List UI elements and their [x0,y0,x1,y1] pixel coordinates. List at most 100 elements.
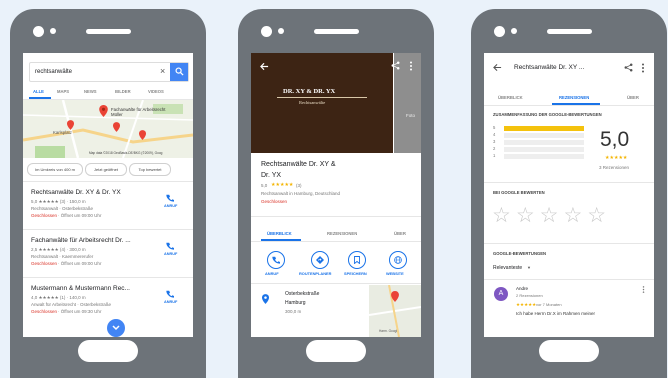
back-arrow-icon[interactable] [260,62,269,71]
screen-detail: DR. XY & DR. YX Rechtsanwälte Foto Recht… [251,53,421,337]
map-pin-icon[interactable] [67,120,74,130]
speaker-slot [86,29,131,34]
map-pin-icon[interactable] [99,105,108,117]
result-name: Mustermann & Mustermann Rec... [31,285,130,292]
business-banner[interactable]: DR. XY & DR. YX Rechtsanwälte [251,53,393,153]
home-button[interactable] [539,340,599,362]
speaker-slot [314,29,359,34]
search-input[interactable]: rechtsanwälte [35,69,72,75]
reviewer-name[interactable]: Andre [516,286,528,292]
map-view[interactable]: Fachanwälte für Arbeitsrecht Müller Karl… [23,100,193,158]
result-item-1[interactable]: Rechtsanwälte Dr. XY & Dr. YX 5,0 ★★★★★ … [23,185,193,229]
tab-ueberblick[interactable]: ÜBERBLICK [267,231,292,236]
search-icon [175,67,184,76]
share-icon[interactable] [391,61,400,70]
tab-alle[interactable]: ALLE [33,89,44,94]
bar-track [504,154,584,159]
bar-label: 3 [493,139,496,144]
expand-button[interactable] [107,319,125,337]
bookmark-icon [354,256,360,264]
tab-ueber[interactable]: ÜBER [627,95,639,100]
phone-icon[interactable] [166,242,174,250]
result-item-2[interactable]: Fachanwälte für Arbeitsrecht Dr. ... 2,5… [23,233,193,277]
camera-dot [494,26,505,37]
screen-search: rechtsanwälte × ALLE MAPS NEWS BILDER VI… [23,53,193,337]
divider [484,279,654,280]
address-city[interactable]: Hamburg [285,301,306,306]
call-action-button[interactable] [267,251,285,269]
divider [23,181,193,182]
map-attribution: Map data ©2018 GeoBasis-DE/BKG (©2009), … [89,151,163,155]
map-pin-icon[interactable] [139,130,146,140]
divider [484,243,654,244]
divider [23,277,193,278]
divider [484,182,654,183]
home-button[interactable] [306,340,366,362]
tab-news[interactable]: NEWS [84,89,97,94]
bar-track [504,126,584,131]
sensor-dot [278,28,284,34]
route-action-button[interactable] [311,251,329,269]
chip-geoeffnet[interactable]: Jetzt geöffnet [85,163,127,176]
tab-rezensionen[interactable]: REZENSIONEN [559,95,589,100]
more-icon[interactable] [641,63,645,73]
divider [23,229,193,230]
bar-track [504,133,584,138]
result-name: Fachanwälte für Arbeitsrecht Dr. ... [31,237,131,244]
rate-stars-input[interactable]: ☆☆☆☆☆ [492,205,611,226]
more-icon[interactable] [642,285,645,294]
route-label[interactable]: ROUTENPLANER [299,272,331,276]
map-area-label: Karlsplatz [53,130,72,135]
tab-videos[interactable]: VIDEOS [148,89,164,94]
directions-icon [316,256,324,264]
website-label[interactable]: WEBSITE [386,272,404,276]
map-pin-icon[interactable] [113,122,120,132]
reviewer-meta: 2 Rezensionen [516,293,543,298]
tab-rezensionen[interactable]: REZENSIONEN [327,231,357,236]
call-button[interactable]: ANRUF [164,300,177,305]
banner-subtitle: Rechtsanwälte [299,100,326,105]
phone-icon[interactable] [166,194,174,202]
screen-reviews: Rechtsanwälte Dr. XY ... ÜBERBLICK REZEN… [484,53,654,337]
tab-maps[interactable]: MAPS [57,89,69,94]
bar-track [504,140,584,145]
result-status: Geschlossen [31,213,58,218]
call-button[interactable]: ANRUF [164,252,177,257]
mini-map-attribution: Harm. Googl [379,329,398,333]
tab-ueber[interactable]: ÜBER [394,231,406,236]
dropdown-arrow-icon[interactable]: ▼ [527,266,531,270]
website-action-button[interactable] [389,251,407,269]
camera-dot [261,26,272,37]
speaker-slot [547,29,592,34]
save-label[interactable]: SPEICHERN [344,272,367,276]
tab-ueberblick[interactable]: ÜBERBLICK [498,95,523,100]
home-button[interactable] [78,340,138,362]
result-item-3[interactable]: Mustermann & Mustermann Rec... 4,0 ★★★★★… [23,281,193,325]
mini-map[interactable]: Harm. Googl [369,285,421,337]
chip-top-bewertet[interactable]: Top bewertet [129,163,171,176]
address-street[interactable]: Osterbekstraße [285,292,319,297]
search-button[interactable] [170,63,188,81]
sort-dropdown[interactable]: Relevanteste [493,266,522,271]
result-hours: · Öffnet um 09:30 Uhr [58,309,102,314]
more-icon[interactable] [409,61,413,71]
phone-icon[interactable] [166,290,174,298]
review-stars: ★★★★★ [516,302,537,307]
map-place-label: Fachanwälte für Arbeitsrecht Müller [111,107,166,117]
back-arrow-icon[interactable] [493,63,502,72]
sensor-dot [50,28,56,34]
chip-umkreis[interactable]: Im Umkreis von 400 m [27,163,83,176]
share-icon[interactable] [624,63,633,72]
save-action-button[interactable] [348,251,366,269]
clear-icon[interactable]: × [160,67,165,76]
chevron-down-icon [112,325,120,331]
business-subtitle: Rechtsanwalt in Hamburg, Deutschland [261,191,341,196]
result-hours: · Öffnet um 09:00 Uhr [58,213,102,218]
tab-bilder[interactable]: BILDER [115,89,131,94]
bar-label: 1 [493,153,496,158]
call-label[interactable]: ANRUF [265,272,279,276]
result-hours: · Öffnet um 09:00 Uhr [58,261,102,266]
call-button[interactable]: ANRUF [164,204,177,209]
result-status: Geschlossen [31,261,58,266]
search-bar[interactable]: rechtsanwälte × [29,62,189,82]
